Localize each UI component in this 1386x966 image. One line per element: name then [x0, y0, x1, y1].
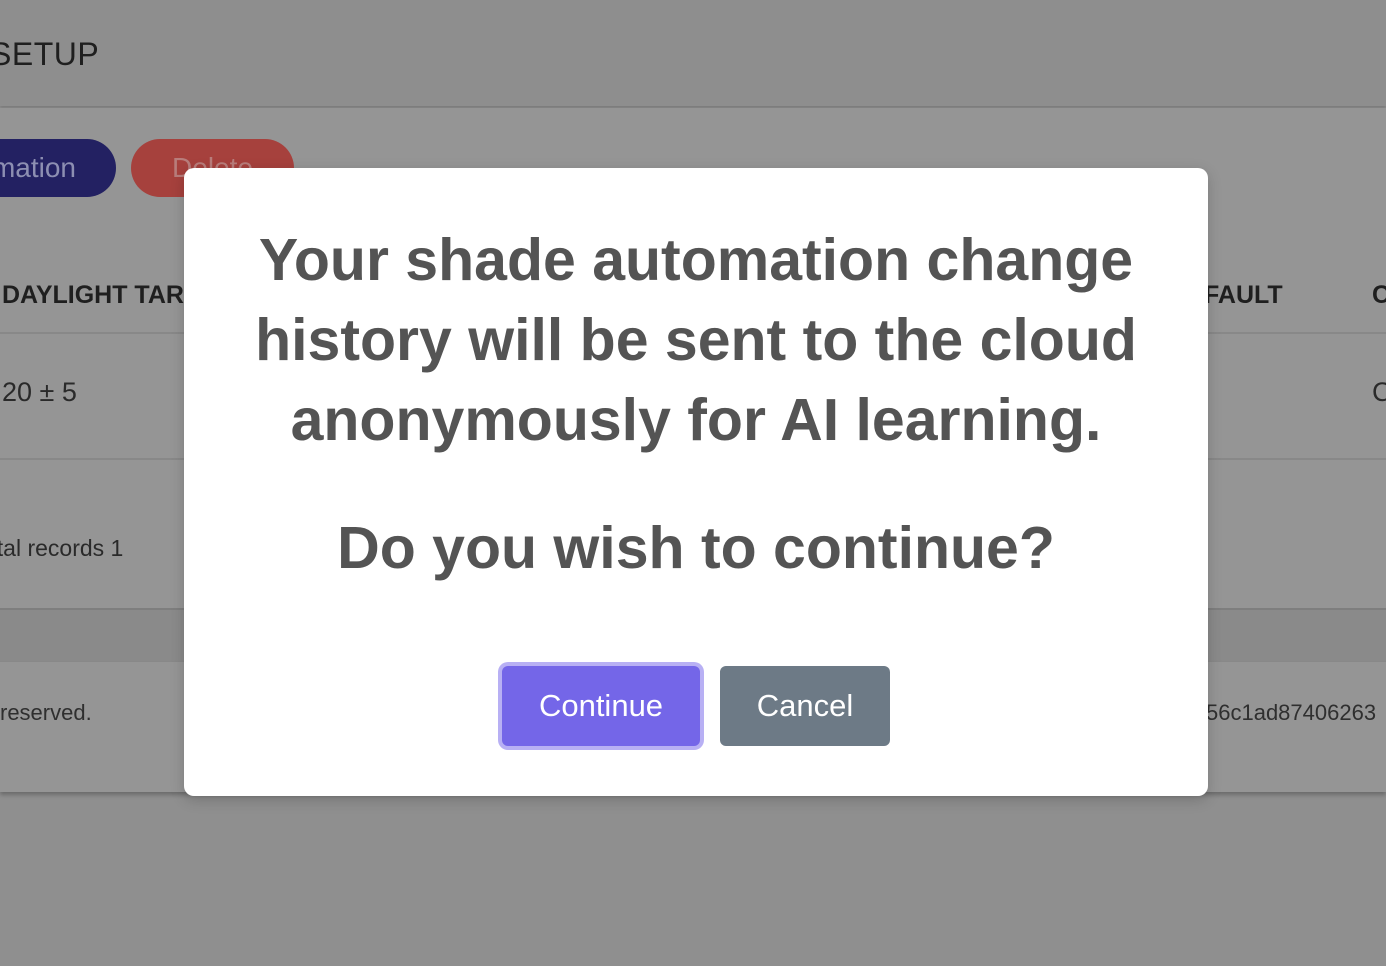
app-root: SETUP mation Delete DAYLIGHT TAR FAULT C…: [0, 0, 1386, 966]
column-header-default[interactable]: FAULT: [1204, 281, 1283, 310]
cancel-button[interactable]: Cancel: [720, 666, 890, 746]
dialog-question: Do you wish to continue?: [337, 515, 1055, 581]
cell-daylight-target: 20 ± 5: [2, 377, 77, 407]
dialog-message: Your shade automation change history wil…: [255, 227, 1137, 453]
top-bar: SETUP: [0, 0, 1386, 106]
cell-c: C: [1372, 377, 1386, 407]
automation-button[interactable]: mation: [0, 139, 116, 197]
total-records: otal records 1: [0, 535, 124, 561]
confirm-dialog: Your shade automation change history wil…: [184, 168, 1208, 796]
continue-button[interactable]: Continue: [502, 666, 700, 746]
automation-button-label: mation: [0, 152, 76, 183]
page-title: SETUP: [0, 36, 100, 72]
version-hash: 56c1ad87406263: [1206, 700, 1377, 725]
column-header-daylight-target[interactable]: DAYLIGHT TAR: [2, 281, 184, 310]
copyright-text: reserved.: [0, 700, 92, 725]
column-header-c[interactable]: C: [1372, 281, 1386, 310]
